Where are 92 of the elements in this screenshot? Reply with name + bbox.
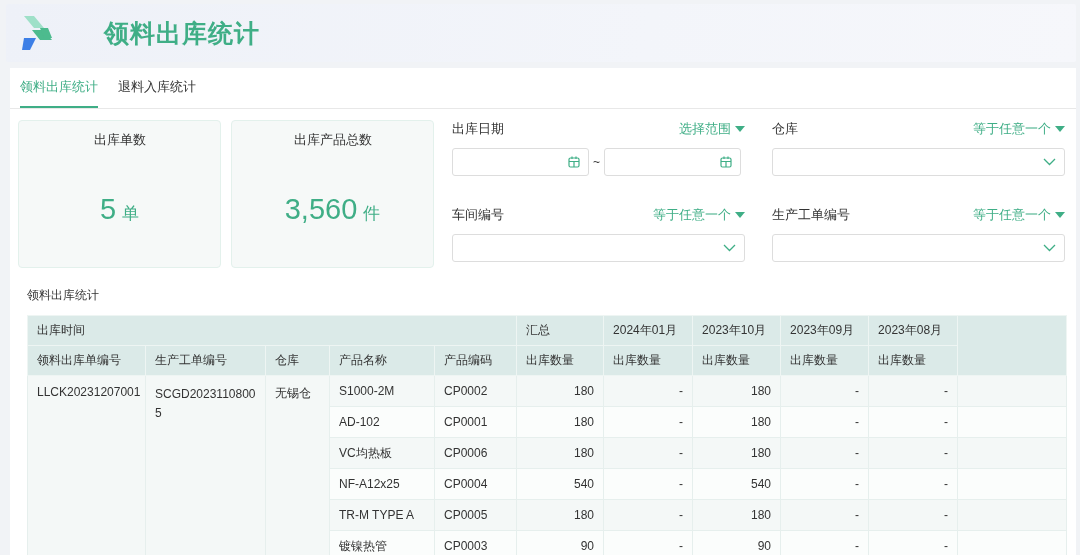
column-header: 仓库 (265, 345, 330, 376)
operator-dropdown[interactable]: 选择范围 (679, 120, 745, 138)
chevron-down-icon (1043, 158, 1056, 166)
table-cell: 无锡仓 (265, 375, 330, 555)
table-cell: CP0001 (434, 406, 517, 438)
operator-dropdown[interactable]: 等于任意一个 (973, 206, 1065, 224)
caret-icon (735, 212, 745, 218)
chevron-down-icon (1043, 244, 1056, 252)
table-cell: 180 (692, 499, 781, 531)
operator-dropdown[interactable]: 等于任意一个 (973, 120, 1065, 138)
table-cell: - (603, 468, 693, 500)
table-cell: 540 (692, 468, 781, 500)
table-cell: - (603, 530, 693, 555)
table-cell: 180 (692, 406, 781, 438)
filter-label: 出库日期 (452, 120, 504, 138)
stat-value: 3,560 (284, 193, 358, 226)
select-field[interactable] (452, 234, 745, 262)
table-cell: - (868, 530, 958, 555)
table-cell: 180 (516, 499, 604, 531)
tab[interactable]: 退料入库统计 (118, 68, 196, 108)
column-header: 出库数量 (868, 345, 958, 376)
table-cell: - (780, 468, 869, 500)
start-date-field[interactable] (452, 148, 589, 176)
column-group-header: 2023年09月 (780, 315, 869, 346)
column-header: 出库数量 (603, 345, 693, 376)
caret-icon (1055, 212, 1065, 218)
table-cell: - (868, 437, 958, 469)
table-cell: - (780, 499, 869, 531)
table-cell: - (780, 375, 869, 407)
table-title: 领料出库统计 (27, 287, 100, 304)
column-group-header: 出库时间 (27, 315, 517, 346)
column-header: 产品编码 (434, 345, 517, 376)
caret-icon (735, 126, 745, 132)
table-cell: 180 (516, 437, 604, 469)
table-cell: - (868, 406, 958, 438)
table-cell: CP0005 (434, 499, 517, 531)
table-cell: 镀镍热管 (329, 530, 435, 555)
table-cell: - (780, 437, 869, 469)
operator-dropdown[interactable]: 等于任意一个 (653, 206, 745, 224)
table-cell: 540 (516, 468, 604, 500)
calendar-icon (568, 156, 580, 168)
stat-unit: 单 (122, 203, 140, 225)
range-separator: ~ (592, 155, 601, 169)
column-header: 领料出库单编号 (27, 345, 146, 376)
table-cell: S1000-2M (329, 375, 435, 407)
table-cell: TR-M TYPE A (329, 499, 435, 531)
column-group-header: 2023年08月 (868, 315, 958, 346)
caret-icon (1055, 126, 1065, 132)
column-group-header: 2023年10月 (692, 315, 781, 346)
table-cell: 180 (692, 375, 781, 407)
table-cell: CP0002 (434, 375, 517, 407)
column-group-header: 2024年01月 (603, 315, 693, 346)
stat-label: 出库产品总数 (293, 131, 372, 149)
select-field[interactable] (772, 234, 1065, 262)
table-cell: - (868, 468, 958, 500)
table-cell: AD-102 (329, 406, 435, 438)
table-cell: 180 (692, 437, 781, 469)
table-cell: LLCK20231207001 (27, 375, 146, 555)
table-cell: - (603, 437, 693, 469)
table-cell: CP0006 (434, 437, 517, 469)
table-cell: 180 (516, 375, 604, 407)
table-cell-text: SCGD20231108005 (155, 386, 256, 422)
column-header: 产品名称 (329, 345, 435, 376)
table-cell: CP0004 (434, 468, 517, 500)
table-cell: 180 (516, 406, 604, 438)
table-cell: - (868, 499, 958, 531)
table-cell: - (603, 375, 693, 407)
stat-label: 出库单数 (93, 131, 146, 149)
table-cell: 90 (692, 530, 781, 555)
stat-unit: 件 (363, 203, 381, 225)
chevron-down-icon (723, 244, 736, 252)
column-header: 出库数量 (780, 345, 869, 376)
column-header: 生产工单编号 (145, 345, 266, 376)
end-date-field[interactable] (604, 148, 741, 176)
calendar-icon (720, 156, 732, 168)
column-header: 出库数量 (516, 345, 604, 376)
filter-label: 仓库 (772, 120, 798, 138)
tab[interactable]: 领料出库统计 (20, 68, 98, 108)
column-group-header: 汇总 (516, 315, 604, 346)
table-cell: - (868, 375, 958, 407)
filter-label: 生产工单编号 (772, 206, 850, 224)
column-header: 出库数量 (692, 345, 781, 376)
table-cell: - (780, 406, 869, 438)
table-cell: - (603, 499, 693, 531)
filter-label: 车间编号 (452, 206, 504, 224)
table-cell: VC均热板 (329, 437, 435, 469)
page-title: 领料出库统计 (104, 17, 260, 49)
table-cell: - (603, 406, 693, 438)
table-cell: NF-A12x25 (329, 468, 435, 500)
table-cell: - (780, 530, 869, 555)
select-field[interactable] (772, 148, 1065, 176)
stat-value: 5 (99, 193, 117, 226)
